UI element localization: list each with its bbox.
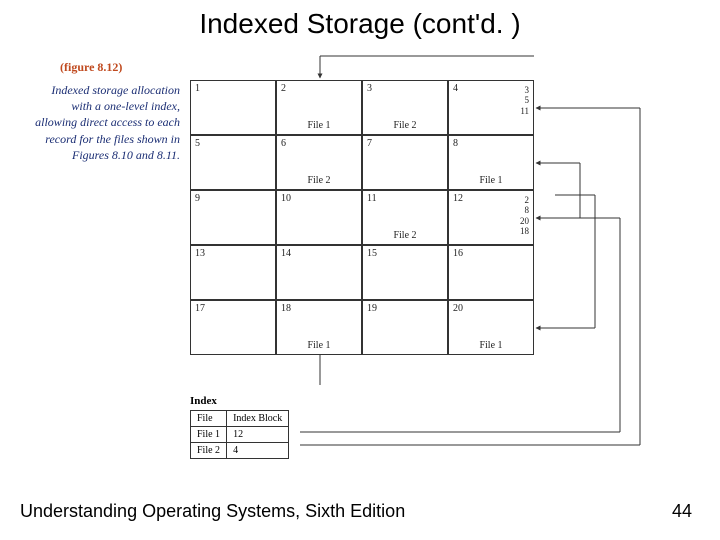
cell-number: 12 — [453, 193, 463, 204]
grid-cell: 1 — [190, 80, 276, 135]
figure-caption: Indexed storage allocation with a one-le… — [28, 82, 180, 163]
grid-cell: 17 — [190, 300, 276, 355]
cell-file-label: File 2 — [277, 175, 361, 186]
grid-cell: 5 — [190, 135, 276, 190]
grid-cell: 9 — [190, 190, 276, 245]
cell-file-label: File 1 — [449, 175, 533, 186]
cell-number: 9 — [195, 193, 200, 204]
grid-cell: 4 3511 — [448, 80, 534, 135]
cell-number: 2 — [281, 83, 286, 94]
cell-number: 19 — [367, 303, 377, 314]
index-cell: File 2 — [191, 443, 227, 459]
slide-title: Indexed Storage (cont'd. ) — [0, 8, 720, 40]
cell-number: 20 — [453, 303, 463, 314]
page-number: 44 — [672, 501, 692, 522]
index-header-block: Index Block — [227, 411, 289, 427]
grid-cell: 12 282018 — [448, 190, 534, 245]
cell-number: 8 — [453, 138, 458, 149]
cell-number: 10 — [281, 193, 291, 204]
grid-cell: 6 File 2 — [276, 135, 362, 190]
index-table-title: Index — [190, 395, 289, 407]
cell-file-label: File 2 — [363, 230, 447, 241]
index-cell: 4 — [227, 443, 289, 459]
cell-number: 17 — [195, 303, 205, 314]
grid-cell: 10 — [276, 190, 362, 245]
index-header-file: File — [191, 411, 227, 427]
cell-index-list: 3511 — [520, 85, 529, 116]
grid-cell: 3 File 2 — [362, 80, 448, 135]
cell-file-label: File 1 — [277, 120, 361, 131]
grid-cell: 7 — [362, 135, 448, 190]
cell-number: 15 — [367, 248, 377, 259]
storage-grid: 12File 13File 24351156File 278File 19101… — [190, 80, 534, 355]
grid-cell: 2 File 1 — [276, 80, 362, 135]
grid-cell: 8 File 1 — [448, 135, 534, 190]
cell-number: 1 — [195, 83, 200, 94]
grid-cell: 15 — [362, 245, 448, 300]
grid-cell: 20 File 1 — [448, 300, 534, 355]
cell-number: 16 — [453, 248, 463, 259]
grid-cell: 14 — [276, 245, 362, 300]
cell-file-label: File 2 — [363, 120, 447, 131]
index-cell: File 1 — [191, 427, 227, 443]
cell-number: 6 — [281, 138, 286, 149]
grid-cell: 16 — [448, 245, 534, 300]
figure-label: (figure 8.12) — [60, 60, 122, 75]
cell-number: 3 — [367, 83, 372, 94]
cell-number: 14 — [281, 248, 291, 259]
cell-number: 13 — [195, 248, 205, 259]
cell-number: 4 — [453, 83, 458, 94]
grid-cell: 18 File 1 — [276, 300, 362, 355]
index-cell: 12 — [227, 427, 289, 443]
grid-cell: 11 File 2 — [362, 190, 448, 245]
cell-file-label: File 1 — [449, 340, 533, 351]
index-table-wrap: Index File Index Block File 1 12 File 2 … — [190, 395, 289, 459]
grid-cell: 13 — [190, 245, 276, 300]
cell-file-label: File 1 — [277, 340, 361, 351]
grid-cell: 19 — [362, 300, 448, 355]
cell-number: 5 — [195, 138, 200, 149]
cell-number: 11 — [367, 193, 377, 204]
cell-index-list: 282018 — [520, 195, 529, 236]
index-table: File Index Block File 1 12 File 2 4 — [190, 410, 289, 459]
cell-number: 18 — [281, 303, 291, 314]
footer-text: Understanding Operating Systems, Sixth E… — [20, 501, 405, 522]
cell-number: 7 — [367, 138, 372, 149]
